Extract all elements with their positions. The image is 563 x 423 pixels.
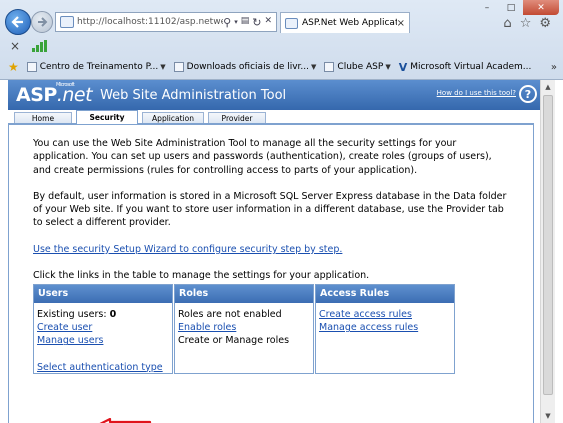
back-arrow-icon: [11, 16, 23, 28]
security-content: You can use the Web Site Administration …: [8, 125, 534, 423]
favorite-item[interactable]: Downloads oficiais de livr... ▼: [173, 62, 317, 72]
back-button[interactable]: [5, 9, 31, 35]
users-header: Users: [34, 284, 172, 303]
favorites-bar: ★ Centro de Treinamento P... ▼ Downloads…: [0, 57, 563, 77]
url-text[interactable]: http://localhost:11102/asp.netwebadm: [77, 17, 223, 27]
help-icon[interactable]: ?: [519, 85, 537, 103]
users-panel: Users Existing users: 0 Create user Mana…: [33, 283, 173, 374]
forward-arrow-icon: [38, 17, 48, 27]
scroll-down-icon[interactable]: ▼: [541, 409, 555, 423]
maximize-button[interactable]: □: [499, 0, 523, 15]
chevron-down-icon: ▼: [311, 63, 317, 71]
v-logo-icon: V: [398, 60, 408, 74]
compat-view-icon[interactable]: ▤: [241, 16, 250, 29]
favorite-item[interactable]: Clube ASP ▼: [324, 62, 391, 72]
chevron-down-icon: ▼: [160, 63, 166, 71]
address-bar[interactable]: http://localhost:11102/asp.netwebadm ⚲ ▾…: [55, 12, 277, 32]
manage-users-link[interactable]: Manage users: [37, 334, 169, 347]
roles-header: Roles: [175, 284, 313, 303]
security-grid: Users Existing users: 0 Create user Mana…: [33, 283, 509, 374]
app-header: ASP.net Microsoft Web Site Administratio…: [8, 80, 540, 110]
tab-title: ASP.Net Web Application A...: [302, 18, 397, 28]
chevron-down-icon: ▼: [385, 63, 391, 71]
stop-icon[interactable]: ×: [10, 39, 20, 53]
tab-page-icon: [285, 17, 298, 29]
page-icon: [60, 16, 74, 28]
create-manage-roles-text: Create or Manage roles: [178, 335, 290, 347]
gear-icon[interactable]: ⚙: [539, 16, 551, 31]
forward-button[interactable]: [31, 11, 53, 33]
enable-roles-link[interactable]: Enable roles: [178, 321, 310, 334]
page-icon: [173, 62, 184, 72]
window-controls: – □ ✕: [475, 0, 559, 15]
access-rules-panel: Access Rules Create access rules Manage …: [315, 283, 455, 374]
close-window-button[interactable]: ✕: [523, 0, 559, 15]
signal-icon: [32, 40, 48, 52]
minimize-button[interactable]: –: [475, 0, 499, 15]
favorites-star-icon[interactable]: ★: [8, 60, 19, 74]
existing-users-count: 0: [109, 308, 117, 320]
home-icon[interactable]: ⌂: [503, 16, 511, 31]
browser-tab[interactable]: ASP.Net Web Application A... ×: [280, 12, 410, 33]
close-icon[interactable]: ✕: [264, 16, 272, 29]
vertical-scrollbar[interactable]: ▲ ▼: [540, 80, 555, 423]
create-user-link[interactable]: Create user: [37, 321, 169, 334]
app-title: Web Site Administration Tool: [100, 87, 287, 103]
help-link[interactable]: How do I use this tool?: [437, 89, 516, 97]
page-icon: [26, 62, 37, 72]
page-viewport: ASP.net Microsoft Web Site Administratio…: [0, 80, 540, 423]
search-icon[interactable]: ⚲: [223, 16, 231, 29]
access-rules-header: Access Rules: [316, 284, 454, 303]
roles-status-text: Roles are not enabled: [178, 308, 282, 320]
scroll-thumb[interactable]: [543, 95, 553, 395]
browser-chrome: http://localhost:11102/asp.netwebadm ⚲ ▾…: [0, 0, 563, 80]
security-wizard-link[interactable]: Use the security Setup Wizard to configu…: [33, 243, 509, 256]
chevron-down-icon[interactable]: ▾: [234, 16, 238, 29]
favorite-item[interactable]: V Microsoft Virtual Academ...: [399, 61, 532, 74]
intro-paragraph: You can use the Web Site Administration …: [33, 138, 492, 176]
page-icon: [324, 62, 335, 72]
storage-paragraph: By default, user information is stored i…: [33, 190, 507, 229]
manage-access-rules-link[interactable]: Manage access rules: [319, 321, 451, 334]
favorites-more-icon[interactable]: »: [551, 62, 557, 73]
red-arrow-annotation: [99, 418, 152, 423]
asp-net-logo: ASP.net Microsoft: [16, 82, 93, 106]
tab-security[interactable]: Security: [76, 110, 138, 124]
scroll-up-icon[interactable]: ▲: [541, 80, 555, 94]
authentication-type-link[interactable]: Select authentication type: [37, 361, 169, 374]
refresh-icon[interactable]: ↻: [252, 16, 261, 29]
create-access-rules-link[interactable]: Create access rules: [319, 308, 451, 321]
table-intro-text: Click the links in the table to manage t…: [33, 269, 370, 281]
roles-panel: Roles Roles are not enabled Enable roles…: [174, 283, 314, 374]
favorite-item[interactable]: Centro de Treinamento P... ▼: [26, 62, 166, 72]
existing-users-text: Existing users: 0: [37, 308, 117, 320]
favorites-icon[interactable]: ☆: [520, 16, 532, 31]
tab-close-icon[interactable]: ×: [397, 18, 409, 29]
